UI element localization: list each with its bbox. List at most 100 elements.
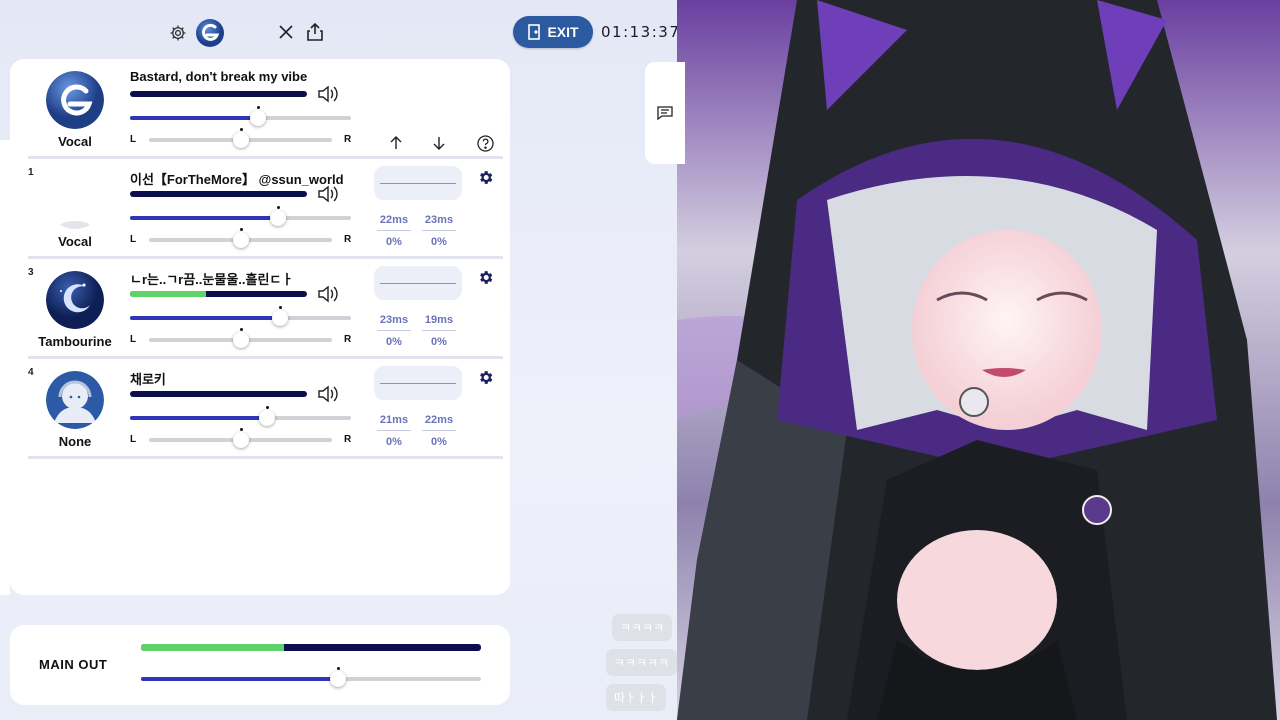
latency-in: 22ms	[379, 214, 409, 226]
speaker-icon[interactable]	[317, 384, 339, 404]
track-number: 3	[28, 267, 34, 278]
packet-loss-in: 0%	[386, 436, 402, 448]
track-row: 3 Tambourine ㄴr는..ㄱr끔..눈물울..흘린ㄷㅏ L R 23m…	[10, 259, 510, 359]
volume-slider-knob[interactable]	[330, 671, 346, 687]
pan-slider[interactable]	[149, 128, 332, 148]
waveform-line	[380, 283, 456, 284]
chat-message: ㅋㅋㅋㅋㅋ	[606, 649, 678, 676]
exit-button[interactable]: EXIT	[513, 16, 593, 48]
pan-right-label: R	[344, 234, 352, 245]
speaker-icon[interactable]	[317, 84, 339, 104]
latency-out: 22ms	[424, 414, 454, 426]
chat-message: 따ㅏㅏㅏ	[606, 684, 667, 711]
level-meter	[130, 191, 307, 197]
latency-in: 23ms	[379, 314, 409, 326]
avatar-label: Vocal	[58, 134, 92, 149]
track-title: 이선【ForTheMore】 @ssun_world	[130, 172, 344, 187]
main-out-label: MAIN OUT	[39, 657, 108, 672]
avatar[interactable]	[46, 271, 104, 329]
packet-loss-out: 0%	[431, 436, 447, 448]
volume-slider-knob[interactable]	[272, 310, 288, 326]
volume-slider-knob[interactable]	[259, 410, 275, 426]
avatar-label: Vocal	[58, 234, 92, 249]
avatar-label: None	[58, 434, 92, 449]
track-row: 1 Vocal 이선【ForTheMore】 @ssun_world L R 2…	[10, 159, 510, 259]
pan-left-label: L	[130, 134, 137, 145]
waveform-line	[380, 183, 456, 184]
packet-loss-in: 0%	[386, 236, 402, 248]
help-icon[interactable]	[476, 134, 494, 152]
settings-gear-icon[interactable]	[168, 23, 188, 43]
door-icon	[528, 24, 541, 40]
app-logo-icon[interactable]	[194, 17, 226, 49]
track-settings-gear-icon[interactable]	[477, 169, 495, 187]
pan-left-label: L	[130, 434, 137, 445]
packet-loss-in: 0%	[386, 336, 402, 348]
avatar[interactable]	[46, 371, 104, 429]
volume-slider-fill	[141, 677, 338, 681]
arrow-down-icon[interactable]	[431, 135, 447, 151]
speaker-icon[interactable]	[317, 284, 339, 304]
waveform-display	[374, 166, 462, 200]
level-meter-fill	[130, 291, 207, 297]
share-export-icon[interactable]	[305, 22, 325, 42]
pan-slider[interactable]	[149, 228, 332, 248]
stat-divider	[422, 230, 456, 231]
track-row-self: Vocal Bastard, don't break my vibe L R	[10, 59, 510, 159]
pan-slider-marker	[240, 328, 243, 331]
x-share-icon[interactable]	[277, 23, 295, 41]
volume-slider[interactable]	[130, 206, 351, 226]
latency-in: 21ms	[379, 414, 409, 426]
pan-left-label: L	[130, 234, 137, 245]
pan-slider[interactable]	[149, 428, 332, 448]
volume-slider-knob[interactable]	[270, 210, 286, 226]
pan-left-label: L	[130, 334, 137, 345]
avatar[interactable]	[46, 171, 104, 229]
waveform-display	[374, 366, 462, 400]
waveform-line	[380, 383, 456, 384]
level-meter	[130, 91, 307, 97]
track-row: 4 None 채로키 L R 21ms 22ms 0% 0%	[10, 359, 510, 459]
pan-slider[interactable]	[149, 328, 332, 348]
pan-slider-marker	[240, 428, 243, 431]
volume-slider-fill	[130, 116, 258, 120]
mixer-panel: Vocal Bastard, don't break my vibe L R 1	[10, 59, 510, 595]
stat-divider	[377, 230, 411, 231]
volume-slider[interactable]	[130, 306, 351, 326]
level-meter	[130, 291, 307, 297]
volume-slider-marker	[277, 206, 280, 209]
track-settings-gear-icon[interactable]	[477, 369, 495, 387]
avatar[interactable]	[46, 71, 104, 129]
row-divider	[28, 456, 503, 459]
arrow-up-icon[interactable]	[388, 135, 404, 151]
pan-slider-knob[interactable]	[233, 332, 249, 348]
pan-slider-knob[interactable]	[233, 132, 249, 148]
latency-out: 19ms	[424, 314, 454, 326]
volume-slider-fill	[130, 216, 278, 220]
pan-slider-knob[interactable]	[233, 432, 249, 448]
volume-slider-marker	[266, 406, 269, 409]
session-timer: 01:13:37	[601, 23, 681, 41]
stat-divider	[377, 430, 411, 431]
pan-right-label: R	[344, 334, 352, 345]
avatar-label: Tambourine	[38, 334, 112, 349]
speaker-icon[interactable]	[317, 184, 339, 204]
stream-video	[677, 0, 1280, 720]
latency-out: 23ms	[424, 214, 454, 226]
level-meter-fill	[141, 644, 284, 651]
waveform-display	[374, 266, 462, 300]
volume-slider-marker	[257, 106, 260, 109]
main-out-volume-slider[interactable]	[141, 667, 481, 687]
pan-slider-knob[interactable]	[233, 232, 249, 248]
volume-slider[interactable]	[130, 406, 351, 426]
volume-slider-fill	[130, 316, 280, 320]
chat-toggle-button[interactable]	[645, 62, 685, 164]
volume-slider-knob[interactable]	[250, 110, 266, 126]
track-settings-gear-icon[interactable]	[477, 269, 495, 287]
volume-slider[interactable]	[130, 106, 351, 126]
main-out-meter	[141, 644, 481, 651]
chat-message: ㅋㅋㅋㅋ	[612, 614, 673, 641]
left-edge-strip	[0, 140, 10, 595]
stat-divider	[422, 430, 456, 431]
exit-label: EXIT	[547, 24, 579, 40]
